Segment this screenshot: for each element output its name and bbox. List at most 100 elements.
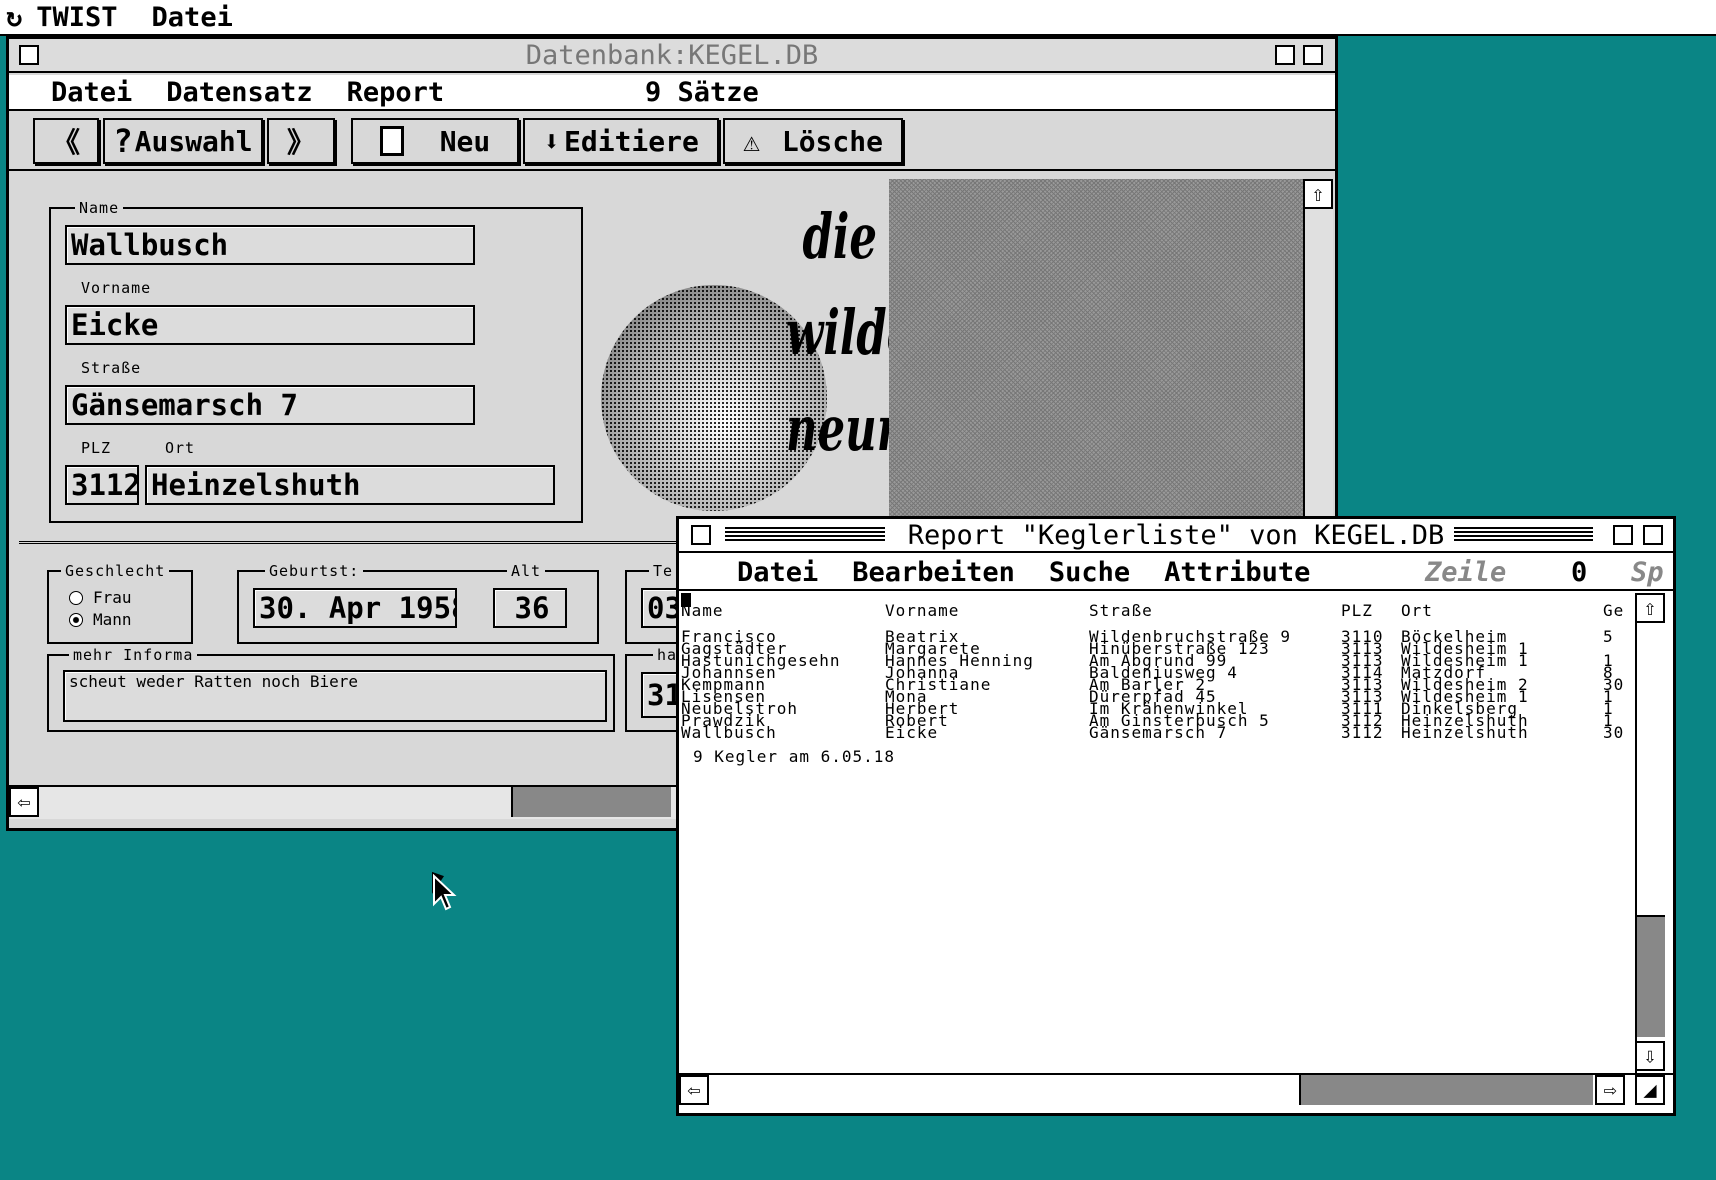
report-footer: 9 Kegler am 6.05.18 xyxy=(693,747,896,766)
twist-logo-icon: ↻ xyxy=(6,1,23,33)
mann-label: Mann xyxy=(93,610,132,629)
report-rows: Francisco Beatrix Wildenbruchstraße 9 3110 B… xyxy=(681,627,1631,742)
report-vertical-scrollbar[interactable]: ⇧ ⇩ xyxy=(1635,593,1665,1073)
editiere-label: Editiere xyxy=(564,124,699,158)
report-window: Report "Keglerliste" von KEGEL.DB Datei … xyxy=(676,516,1676,1116)
report-size-box-icon[interactable] xyxy=(1643,525,1663,545)
db-titlebar[interactable]: Datenbank:KEGEL.DB xyxy=(9,39,1335,73)
table-cell: 30 xyxy=(1603,723,1625,742)
hdr-ort: Ort xyxy=(1401,601,1433,620)
full-box-icon[interactable] xyxy=(1275,45,1295,65)
strasse-field[interactable]: Gänsemarsch 7 xyxy=(65,385,475,425)
geburt-field[interactable]: 30. Apr 1958 xyxy=(253,588,457,628)
logo-text: die wilde neun xyxy=(786,200,915,465)
report-titlebar[interactable]: Report "Keglerliste" von KEGEL.DB xyxy=(679,519,1673,553)
next-record-button[interactable]: 》 xyxy=(267,118,335,164)
db-window-title: Datenbank:KEGEL.DB xyxy=(525,39,819,71)
loesche-button[interactable]: ⚠ Lösche xyxy=(723,118,903,164)
app-name: TWIST xyxy=(36,1,118,33)
report-horizontal-scrollbar[interactable]: ⇦ ⇨ ◢ xyxy=(679,1073,1673,1107)
db-scroll-left-icon[interactable]: ⇦ xyxy=(9,787,39,817)
report-menu-attribute[interactable]: Attribute xyxy=(1164,557,1310,588)
neu-button[interactable]: Neu xyxy=(351,118,519,164)
hdr-ge: Ge xyxy=(1603,601,1625,620)
document-icon xyxy=(379,126,404,156)
mehr-group: mehr Informa scheut weder Ratten noch Bi… xyxy=(47,646,615,732)
table-cell: 3112 xyxy=(1341,723,1384,742)
geschlecht-label: Geschlecht xyxy=(61,562,170,580)
cursor-arrow-icon xyxy=(433,874,457,911)
alt-label: Alt xyxy=(507,562,546,580)
db-menu-report[interactable]: Report xyxy=(347,77,445,108)
table-cell: 5 xyxy=(1603,627,1614,646)
db-menu-datei[interactable]: Datei xyxy=(51,77,132,108)
db-scroll-thumb[interactable] xyxy=(511,787,671,817)
download-icon: ⬇ xyxy=(543,124,560,158)
db-menubar: Datei Datensatz Report 9 Sätze xyxy=(9,75,1335,111)
alt-field[interactable]: 36 xyxy=(493,588,567,628)
report-full-box-icon[interactable] xyxy=(1613,525,1633,545)
report-menu-bearbeiten[interactable]: Bearbeiten xyxy=(852,557,1015,588)
geburt-label: Geburtst: xyxy=(265,562,364,580)
hdr-strasse: Straße xyxy=(1089,601,1153,620)
report-menu-suche[interactable]: Suche xyxy=(1049,557,1130,588)
table-cell: Wallbusch xyxy=(681,723,777,742)
ort-field[interactable]: Heinzelshuth xyxy=(145,465,555,505)
db-scroll-up-icon[interactable]: ⇧ xyxy=(1303,179,1333,209)
table-cell: Gänsemarsch 7 xyxy=(1089,723,1228,742)
loesche-label: Lösche xyxy=(781,124,883,158)
report-resize-icon[interactable]: ◢ xyxy=(1635,1075,1665,1105)
radio-frau[interactable]: Frau xyxy=(69,588,132,607)
db-menu-datensatz[interactable]: Datensatz xyxy=(166,77,312,108)
hdr-vorname: Vorname xyxy=(885,601,960,620)
question-icon: ? xyxy=(113,122,133,160)
report-menubar: Datei Bearbeiten Suche Attribute Zeile 0… xyxy=(679,555,1673,591)
editiere-button[interactable]: ⬇ Editiere xyxy=(523,118,719,164)
report-scroll-right-icon[interactable]: ⇨ xyxy=(1595,1075,1625,1105)
name-field[interactable]: Wallbusch xyxy=(65,225,475,265)
plz-field[interactable]: 3112 xyxy=(65,465,139,505)
report-scroll-left-icon[interactable]: ⇦ xyxy=(679,1075,709,1105)
prev-record-button[interactable]: 《 xyxy=(33,118,99,164)
ort-label: Ort xyxy=(161,439,200,457)
zeile-label: Zeile xyxy=(1425,556,1507,588)
geschlecht-group: Geschlecht Frau Mann xyxy=(47,562,193,644)
plz-label: PLZ xyxy=(77,439,116,457)
auswahl-button[interactable]: ? Auswahl xyxy=(103,118,263,164)
report-table: Name Vorname Straße PLZ Ort Ge Francisco… xyxy=(681,601,1631,766)
menubar: ↻ TWIST Datei xyxy=(0,0,1716,36)
vorname-field[interactable]: Eicke xyxy=(65,305,475,345)
strasse-label: Straße xyxy=(77,359,146,377)
name-label: Name xyxy=(75,199,124,217)
radio-empty-icon xyxy=(69,590,83,605)
auswahl-label: Auswahl xyxy=(134,124,253,158)
table-cell: Eicke xyxy=(885,723,939,742)
vorname-label: Vorname xyxy=(77,279,156,297)
mehr-label: mehr Informa xyxy=(69,646,198,664)
close-box-icon[interactable] xyxy=(19,45,39,65)
neu-label: Neu xyxy=(439,124,491,158)
report-close-box-icon[interactable] xyxy=(691,525,711,545)
radio-mann[interactable]: Mann xyxy=(69,610,132,629)
frau-label: Frau xyxy=(93,588,132,607)
zeile-value: 0 xyxy=(1571,556,1588,588)
geburt-group: Geburtst: Alt 30. Apr 1958 36 xyxy=(237,562,599,644)
menu-datei[interactable]: Datei xyxy=(152,2,233,33)
table-row: Wallbusch Eicke Gänsemarsch 7 3112 Heinzelsh… xyxy=(681,723,1631,742)
report-window-title: Report "Keglerliste" von KEGEL.DB xyxy=(897,519,1455,551)
table-cell: Heinzelshuth xyxy=(1401,723,1529,742)
report-vscroll-track[interactable] xyxy=(1637,915,1665,1037)
tel-label: Te xyxy=(649,562,678,580)
hdr-name: Name xyxy=(681,601,724,620)
report-scroll-down-icon[interactable]: ⇩ xyxy=(1635,1041,1665,1071)
report-menu-datei[interactable]: Datei xyxy=(737,557,818,588)
club-logo: die wilde neun xyxy=(597,189,915,519)
hdr-plz: PLZ xyxy=(1341,601,1373,620)
radio-selected-icon xyxy=(69,612,83,627)
report-scroll-up-icon[interactable]: ⇧ xyxy=(1635,593,1665,623)
record-count: 9 Sätze xyxy=(645,76,759,108)
size-box-icon[interactable] xyxy=(1303,45,1323,65)
report-hscroll-track[interactable] xyxy=(1299,1075,1593,1105)
title-stripes-left xyxy=(725,527,885,543)
mehr-field[interactable]: scheut weder Ratten noch Biere xyxy=(63,670,607,722)
